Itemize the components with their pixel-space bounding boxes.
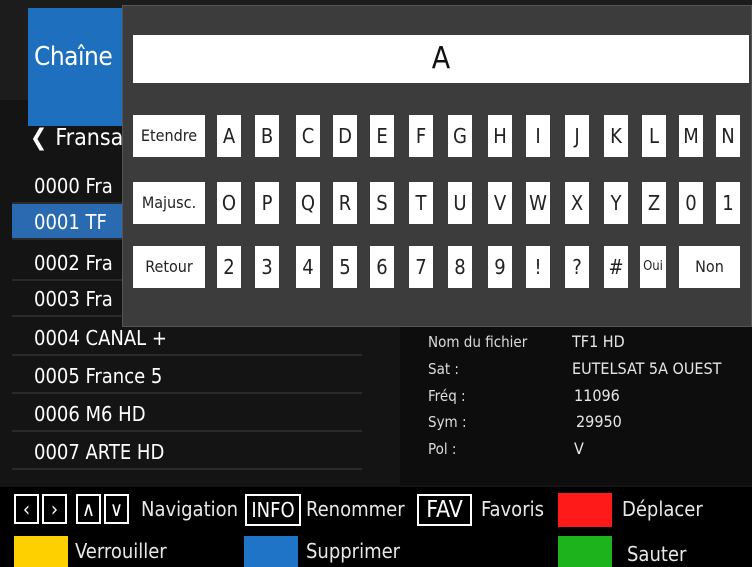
channel-row-0006[interactable]: 0006 M6 HD (12, 396, 362, 432)
sat-label: Sat : (428, 360, 459, 378)
move-label: Déplacer (622, 497, 703, 521)
skip-label: Sauter (627, 542, 687, 566)
chevron-down-icon: ∨ (109, 497, 124, 521)
key-l[interactable]: L (642, 115, 666, 157)
channel-row-0007[interactable]: 0007 ARTE HD (12, 434, 362, 470)
key-7[interactable]: 7 (409, 246, 433, 288)
key-hash[interactable]: # (604, 246, 628, 288)
key-c[interactable]: C (296, 115, 320, 157)
key-k[interactable]: K (604, 115, 628, 157)
key-non[interactable]: Non (679, 246, 740, 288)
key-e[interactable]: E (370, 115, 394, 157)
info-key[interactable]: INFO (245, 494, 301, 526)
key-u[interactable]: U (448, 182, 472, 224)
key-a[interactable]: A (217, 115, 241, 157)
nav-right-key[interactable]: › (42, 494, 67, 524)
key-oui[interactable]: Oui (640, 246, 666, 288)
key-retour[interactable]: Retour (133, 246, 205, 288)
chevron-left-icon: ‹ (22, 497, 31, 521)
delete-label: Supprimer (306, 539, 401, 563)
key-6[interactable]: 6 (370, 246, 394, 288)
pol-label: Pol : (428, 440, 457, 458)
sym-value: 29950 (576, 412, 622, 431)
key-w[interactable]: W (526, 182, 550, 224)
key-5[interactable]: 5 (333, 246, 357, 288)
key-r[interactable]: R (333, 182, 357, 224)
key-g[interactable]: G (448, 115, 472, 157)
key-z[interactable]: Z (642, 182, 666, 224)
satellite-name: Fransat (55, 125, 132, 151)
pol-value: V (574, 439, 584, 458)
freq-value: 11096 (574, 386, 620, 405)
key-question[interactable]: ? (565, 246, 589, 288)
yellow-button[interactable] (14, 536, 68, 567)
key-s[interactable]: S (370, 182, 394, 224)
nav-left-key[interactable]: ‹ (14, 494, 39, 524)
key-f[interactable]: F (409, 115, 433, 157)
chevron-up-icon: ∧ (81, 497, 96, 521)
key-j[interactable]: J (565, 115, 589, 157)
lock-label: Verrouiller (75, 539, 167, 563)
red-button[interactable] (558, 493, 612, 527)
nav-up-key[interactable]: ∧ (76, 494, 101, 524)
key-exclamation[interactable]: ! (526, 246, 550, 288)
key-q[interactable]: Q (296, 182, 320, 224)
favorites-label: Favoris (481, 497, 544, 521)
key-x[interactable]: X (565, 182, 589, 224)
file-name-value: TF1 HD (572, 332, 625, 351)
key-0[interactable]: 0 (679, 182, 703, 224)
keyboard-text-input[interactable]: A (133, 35, 749, 83)
chevron-left-icon: ❮ (30, 125, 48, 151)
key-n[interactable]: N (716, 115, 740, 157)
file-name-label: Nom du fichier (428, 333, 528, 351)
key-majusc[interactable]: Majusc. (133, 182, 205, 224)
freq-label: Fréq : (428, 387, 466, 405)
green-button[interactable] (558, 536, 612, 567)
key-y[interactable]: Y (604, 182, 628, 224)
key-1[interactable]: 1 (716, 182, 740, 224)
key-9[interactable]: 9 (488, 246, 512, 288)
key-3[interactable]: 3 (255, 246, 279, 288)
fav-key[interactable]: FAV (417, 494, 472, 526)
key-v[interactable]: V (488, 182, 512, 224)
key-8[interactable]: 8 (448, 246, 472, 288)
nav-down-key[interactable]: ∨ (104, 494, 129, 524)
key-h[interactable]: H (488, 115, 512, 157)
key-d[interactable]: D (333, 115, 357, 157)
key-o[interactable]: O (217, 182, 241, 224)
key-4[interactable]: 4 (296, 246, 320, 288)
key-t[interactable]: T (409, 182, 433, 224)
channel-row-0005[interactable]: 0005 France 5 (12, 358, 362, 394)
satellite-selector[interactable]: ❮ Fransat (30, 125, 131, 151)
key-i[interactable]: I (526, 115, 550, 157)
chevron-right-icon: › (50, 497, 59, 521)
rename-label: Renommer (306, 497, 405, 521)
sat-value: EUTELSAT 5A OUEST (572, 359, 722, 378)
navigation-label: Navigation (141, 497, 239, 521)
key-m[interactable]: M (679, 115, 703, 157)
key-2[interactable]: 2 (217, 246, 241, 288)
sym-label: Sym : (428, 413, 467, 431)
key-etendre[interactable]: Etendre (133, 115, 205, 157)
page-title: Chaîne (34, 42, 113, 72)
key-b[interactable]: B (255, 115, 279, 157)
blue-button[interactable] (244, 536, 298, 567)
key-p[interactable]: P (255, 182, 279, 224)
